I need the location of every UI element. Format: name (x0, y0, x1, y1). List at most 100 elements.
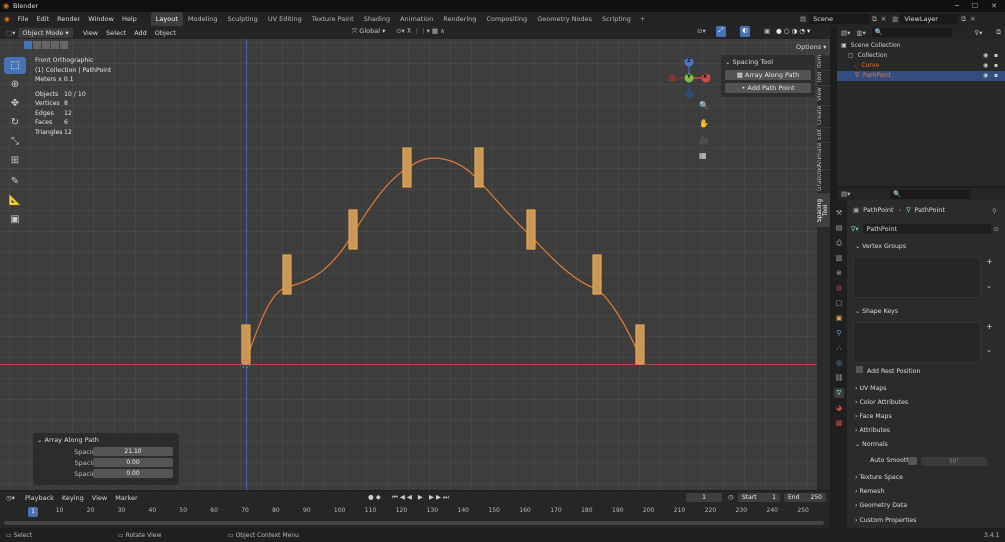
pan-hand-icon[interactable]: ✋ (699, 119, 709, 129)
properties-tab-data-icon[interactable]: ∇ (834, 388, 844, 398)
sidebar-tab-spacing-tool[interactable]: Spacing Tool (817, 193, 830, 227)
transform-orientation[interactable]: ⤧ Global ▾ (352, 27, 385, 36)
minimize-icon[interactable]: ─ (948, 1, 966, 11)
path-point-4[interactable] (402, 147, 412, 188)
sidebar-tab-edit[interactable]: Edit (817, 127, 830, 140)
section-uv-maps[interactable]: › UV Maps (852, 383, 1002, 395)
camera-icon[interactable]: 🎥 (699, 136, 709, 146)
blender-menu-icon[interactable]: ◉ (0, 15, 14, 23)
mesh-datablock[interactable]: ∇▾ PathPoint ⊙ (851, 224, 999, 234)
timeline-scrollbar[interactable] (4, 521, 824, 525)
properties-tab-render-icon[interactable]: ▤ (834, 223, 844, 233)
properties-tab-object-icon[interactable]: ▣ (834, 313, 844, 323)
add-shape-key-icon[interactable]: + (986, 322, 993, 331)
properties-tab-tool-icon[interactable]: ⚒ (834, 208, 844, 218)
pivot-icon[interactable]: ⊙▾ ⊼ ⋮⋮▾ ▦ ∧ (396, 27, 445, 35)
mode-selector[interactable]: Object Mode ▾ (18, 27, 73, 38)
workspace-tab-scripting[interactable]: Scripting (597, 12, 636, 26)
sidebar-tab-animate[interactable]: Animate (817, 142, 830, 167)
zoom-icon[interactable]: 🔍 (699, 101, 709, 111)
visibility-eye-icon[interactable]: ◉ (983, 61, 988, 71)
options-dropdown[interactable]: Options ▾ (796, 43, 826, 51)
visibility-eye-icon[interactable]: ◉ (983, 71, 988, 81)
path-point-1[interactable] (241, 324, 251, 365)
filter-icon[interactable]: ⊽▾ (974, 29, 982, 37)
menu-file[interactable]: File (14, 12, 33, 26)
preview-range-icon[interactable]: ◷ (728, 493, 734, 501)
sidebar-tab-item[interactable]: Item (817, 55, 830, 68)
panel-header[interactable]: ⌄ Spacing Tool (721, 55, 815, 69)
properties-tab-constraints-icon[interactable]: ⛓ (834, 373, 844, 383)
new-layer-icon[interactable]: ⧉ (961, 15, 966, 24)
xray-icon[interactable]: ▣ (764, 27, 770, 35)
current-frame-field[interactable]: 1 (686, 493, 722, 502)
sidebar-tab-tool[interactable]: Tool (817, 70, 830, 83)
path-point-3[interactable] (348, 209, 358, 250)
timeline-menu-view[interactable]: View (88, 491, 111, 505)
auto-smooth-checkbox[interactable] (908, 457, 917, 465)
workspace-tab-modeling[interactable]: Modeling (183, 12, 223, 26)
maximize-icon[interactable]: ☐ (966, 1, 984, 11)
workspace-tab-shading[interactable]: Shading (359, 12, 395, 26)
workspace-tab-sculpting[interactable]: Sculpting (222, 12, 262, 26)
path-point-2[interactable] (282, 254, 292, 295)
operator-panel-header[interactable]: ⌄ Array Along Path (33, 433, 179, 447)
vertex-groups-list[interactable] (853, 257, 981, 298)
view-layer-selector[interactable]: ViewLayer (900, 14, 959, 24)
section-normals[interactable]: ⌄ Normals (852, 439, 1002, 451)
array-along-path-button[interactable]: ▦ Array Along Path (725, 70, 811, 80)
close-icon[interactable]: ✕ (985, 1, 1003, 11)
workspace-tab-texture-paint[interactable]: Texture Paint (307, 12, 359, 26)
viewport-menu-view[interactable]: View (79, 26, 102, 40)
viewport-menu-select[interactable]: Select (102, 26, 130, 40)
render-camera-icon[interactable]: ▪ (994, 61, 998, 71)
timeline-menu-keying[interactable]: Keying (58, 491, 88, 505)
frame-ruler[interactable]: 1102030405060708090100110120130140150160… (0, 506, 830, 518)
properties-tab-output-icon[interactable]: ⎙ (834, 238, 844, 248)
viewport-menu-object[interactable]: Object (151, 26, 180, 40)
shading-modes-icon[interactable]: ● ○ ◑ ◔ ▾ (776, 27, 810, 35)
outliner-editor-icon[interactable]: ▤▾ (841, 29, 850, 37)
display-mode-icon[interactable]: ▥▾ (856, 29, 865, 37)
add-vertex-group-icon[interactable]: + (986, 257, 993, 266)
render-camera-icon[interactable]: ▪ (994, 71, 998, 81)
properties-tab-view-layer-icon[interactable]: ▥ (834, 253, 844, 263)
add-path-point-button[interactable]: • Add Path Point (725, 83, 811, 93)
spacing-z-field[interactable]: 0.00 (93, 469, 173, 478)
outliner-row[interactable]: ∇ PathPoint ◉ ▪ (837, 71, 1005, 81)
pin-icon[interactable]: ⚲ (992, 207, 997, 215)
section-geometry-data[interactable]: › Geometry Data (852, 500, 1002, 512)
path-point-7[interactable] (592, 254, 602, 295)
workspace-tab-layout[interactable]: Layout (150, 12, 183, 26)
shape-key-menu-icon[interactable]: ⌄ (986, 346, 992, 354)
properties-tab-collection-icon[interactable]: ▢ (834, 298, 844, 308)
fake-user-icon[interactable]: ⊙ (994, 225, 999, 233)
playhead[interactable]: 1 (28, 507, 38, 517)
properties-tab-material-icon[interactable]: ◕ (834, 403, 844, 413)
outliner-row[interactable]: ◟ Curve ◉ ▪ (837, 61, 1005, 71)
workspace-tab-geometry-nodes[interactable]: Geometry Nodes (532, 12, 597, 26)
section-color-attributes[interactable]: › Color Attributes (852, 397, 1002, 409)
vertex-group-menu-icon[interactable]: ⌄ (986, 282, 992, 290)
shape-keys-list[interactable] (853, 322, 981, 363)
section-remesh[interactable]: › Remesh (852, 486, 1002, 498)
spacing-x-field[interactable]: 21.10 (93, 447, 173, 456)
new-scene-icon[interactable]: ⧉ (872, 15, 877, 24)
timeline-editor-icon[interactable]: ◷▾ (6, 494, 15, 502)
delete-scene-icon[interactable]: ✕ (881, 15, 886, 23)
outliner-row[interactable]: ▣ Scene Collection (837, 41, 1005, 51)
new-collection-icon[interactable]: ⧉ (996, 28, 1001, 37)
path-point-6[interactable] (526, 209, 536, 250)
add-workspace-icon[interactable]: + (636, 15, 649, 23)
menu-help[interactable]: Help (118, 12, 141, 26)
props-editor-icon[interactable]: ▤▾ (841, 190, 850, 198)
path-point-8[interactable] (635, 324, 645, 365)
workspace-tab-animation[interactable]: Animation (395, 12, 438, 26)
timeline-menu-playback[interactable]: Playback (21, 491, 58, 505)
props-search-input[interactable]: 🔍 (890, 189, 971, 199)
view-layer-icon[interactable]: ▥ (892, 15, 898, 23)
workspace-tab-compositing[interactable]: Compositing (481, 12, 532, 26)
menu-edit[interactable]: Edit (33, 12, 54, 26)
workspace-tab-rendering[interactable]: Rendering (438, 12, 481, 26)
path-point-5[interactable] (474, 147, 484, 188)
